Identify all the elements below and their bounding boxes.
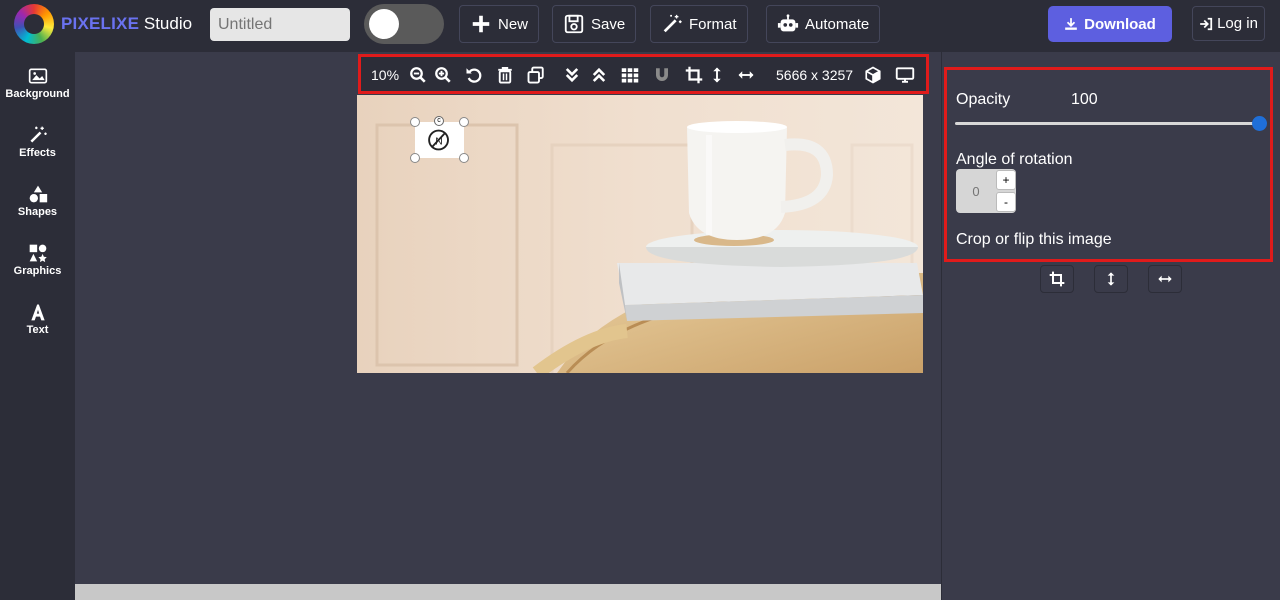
trash-icon[interactable] <box>496 65 514 85</box>
crop-icon <box>1049 271 1065 287</box>
mode-toggle[interactable] <box>364 4 444 44</box>
shapes-icon <box>29 185 47 203</box>
duplicate-icon[interactable] <box>527 65 545 85</box>
crop-icon[interactable] <box>685 65 703 85</box>
brand-name: PIXELIXE Studio <box>61 14 192 34</box>
horizontal-scrollbar[interactable] <box>75 584 941 600</box>
monitor-icon[interactable] <box>895 65 915 85</box>
download-button-label: Download <box>1084 15 1156 33</box>
magic-wand-icon <box>29 126 47 143</box>
robot-icon <box>777 14 799 32</box>
sidebar-item-effects[interactable]: Effects <box>0 119 75 169</box>
automate-button[interactable]: Automate <box>766 5 881 43</box>
login-button-label: Log in <box>1217 15 1258 32</box>
flip-horizontal-icon <box>1158 275 1172 283</box>
rotate-handle[interactable]: c <box>434 116 444 126</box>
opacity-slider-knob[interactable] <box>1251 116 1267 131</box>
resize-handle-top-left[interactable] <box>410 117 420 127</box>
login-button[interactable]: Log in <box>1192 6 1265 41</box>
flip-horizontal-button[interactable] <box>1148 265 1182 293</box>
title-input[interactable] <box>210 8 350 41</box>
plus-icon <box>472 15 490 33</box>
rotation-decrement-button[interactable]: - <box>996 192 1016 212</box>
save-button[interactable]: Save <box>552 5 637 43</box>
flip-horizontal-icon[interactable] <box>735 65 757 85</box>
toggle-knob <box>369 9 399 39</box>
send-to-back-icon[interactable] <box>563 65 581 85</box>
floppy-disk-icon <box>564 14 584 34</box>
sidebar-item-label: Background <box>5 88 70 100</box>
zoom-out-icon[interactable] <box>409 65 427 85</box>
cube-icon[interactable] <box>864 65 882 85</box>
sign-in-icon <box>1200 17 1213 30</box>
magnet-icon[interactable] <box>653 65 671 85</box>
download-button[interactable]: Download <box>1048 6 1172 42</box>
sidebar-item-label: Text <box>26 324 49 336</box>
svg-text:N: N <box>435 137 443 148</box>
download-icon <box>1065 18 1077 30</box>
rotation-input[interactable] <box>956 169 996 213</box>
resize-handle-bottom-right[interactable] <box>459 153 469 163</box>
opacity-slider[interactable] <box>955 122 1258 125</box>
graphics-icon <box>29 244 47 263</box>
flip-vertical-icon <box>1107 272 1115 286</box>
format-button[interactable]: Format <box>650 5 748 43</box>
selected-graphic[interactable]: N <box>415 122 464 158</box>
zoom-level: 10% <box>371 67 400 83</box>
sidebar-item-label: Effects <box>19 147 56 159</box>
sidebar-item-text[interactable]: Text <box>0 296 75 346</box>
rotation-increment-button[interactable]: + <box>996 170 1016 190</box>
sidebar-item-graphics[interactable]: Graphics <box>0 237 75 287</box>
sidebar-item-label: Graphics <box>13 265 62 277</box>
canvas-dimensions: 5666 x 3257 <box>776 67 854 83</box>
brand-name-part1: PIXELIXE <box>61 14 140 33</box>
text-icon <box>30 304 45 321</box>
canvas-toolbar: 10% 5666 x 3257 <box>358 54 929 94</box>
compass-icon: N <box>428 129 449 151</box>
brand-name-part2: Studio <box>143 14 193 33</box>
grid-icon[interactable] <box>619 65 641 85</box>
automate-button-label: Automate <box>805 15 870 33</box>
magic-wand-icon <box>663 14 682 33</box>
left-sidebar: Background Effects Shapes Graphics Text <box>0 52 75 600</box>
save-button-label: Save <box>591 15 626 33</box>
sidebar-item-label: Shapes <box>17 206 58 218</box>
crop-flip-label: Crop or flip this image <box>956 231 1112 248</box>
resize-handle-bottom-left[interactable] <box>410 153 420 163</box>
opacity-label: Opacity <box>956 91 1011 108</box>
new-button-label: New <box>498 15 529 33</box>
sidebar-item-shapes[interactable]: Shapes <box>0 178 75 228</box>
flip-vertical-icon[interactable] <box>708 65 726 85</box>
flip-vertical-button[interactable] <box>1094 265 1128 293</box>
new-button[interactable]: New <box>459 5 540 43</box>
undo-icon[interactable] <box>465 65 483 85</box>
top-bar: PIXELIXE Studio New Save Format Automate… <box>0 0 1280 52</box>
app-logo <box>14 4 54 44</box>
resize-handle-top-right[interactable] <box>459 117 469 127</box>
format-button-label: Format <box>689 15 737 33</box>
sidebar-item-background[interactable]: Background <box>0 60 75 110</box>
bring-to-front-icon[interactable] <box>590 65 608 85</box>
zoom-in-icon[interactable] <box>434 65 452 85</box>
rotation-label: Angle of rotation <box>956 151 1073 168</box>
opacity-value: 100 <box>1071 91 1098 108</box>
crop-button[interactable] <box>1040 265 1074 293</box>
image-icon <box>28 68 47 84</box>
